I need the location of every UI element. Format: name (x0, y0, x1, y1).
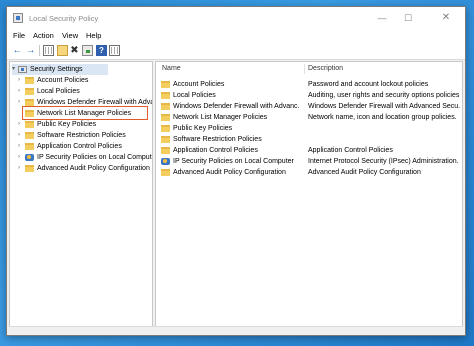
item-name: Advanced Audit Policy Configuration (173, 169, 286, 176)
item-description: Network name, icon and location group po… (308, 114, 457, 121)
title-bar: Local Security Policy — ☐ ✕ (7, 7, 465, 29)
chevron-right-icon[interactable]: › (18, 152, 20, 163)
list-item[interactable]: Network List Manager Policies Network na… (156, 112, 462, 123)
back-arrow-icon[interactable]: ← (12, 45, 23, 56)
folder-icon (161, 114, 170, 121)
window-title: Local Security Policy (29, 14, 99, 23)
item-name: IP Security Policies on Local Computer (173, 158, 294, 165)
item-name: Software Restriction Policies (173, 136, 262, 143)
folder-icon (161, 147, 170, 154)
folder-icon (161, 169, 170, 176)
folder-icon (161, 103, 170, 110)
folder-icon (161, 92, 170, 99)
item-name: Windows Defender Firewall with Advanc... (173, 103, 299, 110)
list-item[interactable]: Local Policies Auditing, user rights and… (156, 90, 462, 101)
folder-icon (25, 132, 34, 139)
tree-root-label: Security Settings (30, 66, 83, 73)
menu-file[interactable]: File (13, 31, 25, 40)
details-pane[interactable]: Name Description Account Policies Passwo… (155, 61, 463, 329)
toolbar-separator (39, 45, 40, 56)
menu-help[interactable]: Help (86, 31, 101, 40)
folder-icon (25, 77, 34, 84)
folder-icon (25, 99, 34, 106)
chevron-right-icon[interactable]: › (18, 163, 20, 174)
folder-icon (161, 136, 170, 143)
status-bar (9, 326, 463, 333)
list-item[interactable]: Account Policies Password and account lo… (156, 79, 462, 90)
tree-item-label: IP Security Policies on Local Computer (37, 154, 153, 161)
item-description: Internet Protocol Security (IPsec) Admin… (308, 158, 460, 165)
highlight-box (22, 106, 148, 120)
folder-icon (25, 143, 34, 150)
tree-root-security-settings[interactable]: ▾ Security Settings (12, 64, 108, 75)
chevron-right-icon[interactable]: › (18, 141, 20, 152)
ipsec-icon (161, 158, 170, 165)
chevron-right-icon[interactable]: › (18, 75, 20, 86)
item-description: Password and account lockout policies (308, 81, 429, 88)
folder-icon (25, 88, 34, 95)
maximize-button[interactable]: ☐ (395, 7, 421, 29)
menu-bar: File Action View Help (7, 29, 465, 42)
list-item[interactable]: Windows Defender Firewall with Advanc...… (156, 101, 462, 112)
up-one-level-icon[interactable] (57, 45, 68, 56)
item-name: Local Policies (173, 92, 216, 99)
chevron-down-icon[interactable]: ▾ (12, 64, 15, 75)
list-item[interactable]: Software Restriction Policies (156, 134, 462, 145)
app-icon (13, 13, 23, 23)
item-description: Advanced Audit Policy Configuration (308, 169, 421, 176)
list-item[interactable]: Application Control Policies Application… (156, 145, 462, 156)
console-tree-pane[interactable]: ▾ Security Settings › Account Policies ›… (9, 61, 153, 329)
menu-view[interactable]: View (62, 31, 78, 40)
menu-action[interactable]: Action (33, 31, 54, 40)
chevron-right-icon[interactable]: › (18, 130, 20, 141)
item-description: Windows Defender Firewall with Advanced … (308, 103, 460, 110)
item-description: Auditing, user rights and security optio… (308, 92, 460, 99)
list-item[interactable]: Public Key Policies (156, 123, 462, 134)
ipsec-icon (25, 154, 34, 161)
tree-item-label: Account Policies (37, 77, 89, 84)
list-item[interactable]: Advanced Audit Policy Configuration Adva… (156, 167, 462, 178)
column-header-name[interactable]: Name (162, 62, 181, 76)
column-separator[interactable] (304, 64, 305, 74)
tree-item-label: Advanced Audit Policy Configuration (37, 165, 150, 172)
item-name: Account Policies (173, 81, 225, 88)
tree-item-label: Application Control Policies (37, 143, 122, 150)
security-settings-icon (18, 66, 27, 73)
delete-icon[interactable]: ✖ (69, 45, 80, 56)
tree-item-label: Local Policies (37, 88, 80, 95)
chevron-right-icon[interactable]: › (18, 119, 20, 130)
close-button[interactable]: ✕ (433, 7, 459, 29)
folder-icon (161, 81, 170, 88)
chevron-right-icon[interactable]: › (18, 86, 20, 97)
item-name: Network List Manager Policies (173, 114, 268, 121)
item-name: Public Key Policies (173, 125, 233, 132)
properties-icon[interactable] (109, 45, 120, 56)
local-security-policy-window: Local Security Policy — ☐ ✕ File Action … (6, 6, 466, 336)
list-item[interactable]: IP Security Policies on Local Computer I… (156, 156, 462, 167)
show-hide-console-tree-icon[interactable] (43, 45, 54, 56)
forward-arrow-icon[interactable]: → (25, 45, 36, 56)
minimize-button[interactable]: — (369, 7, 395, 29)
toolbar: ← → ✖ ? (7, 42, 465, 60)
tree-item-label: Public Key Policies (37, 121, 97, 128)
column-header-description[interactable]: Description (308, 62, 343, 76)
folder-icon (25, 165, 34, 172)
tree-item-label: Software Restriction Policies (37, 132, 126, 139)
help-icon[interactable]: ? (96, 45, 107, 56)
export-list-icon[interactable] (82, 45, 93, 56)
item-name: Application Control Policies (173, 147, 258, 154)
folder-icon (25, 121, 34, 128)
item-description: Application Control Policies (308, 147, 393, 154)
folder-icon (161, 125, 170, 132)
chevron-right-icon[interactable]: › (18, 97, 20, 108)
